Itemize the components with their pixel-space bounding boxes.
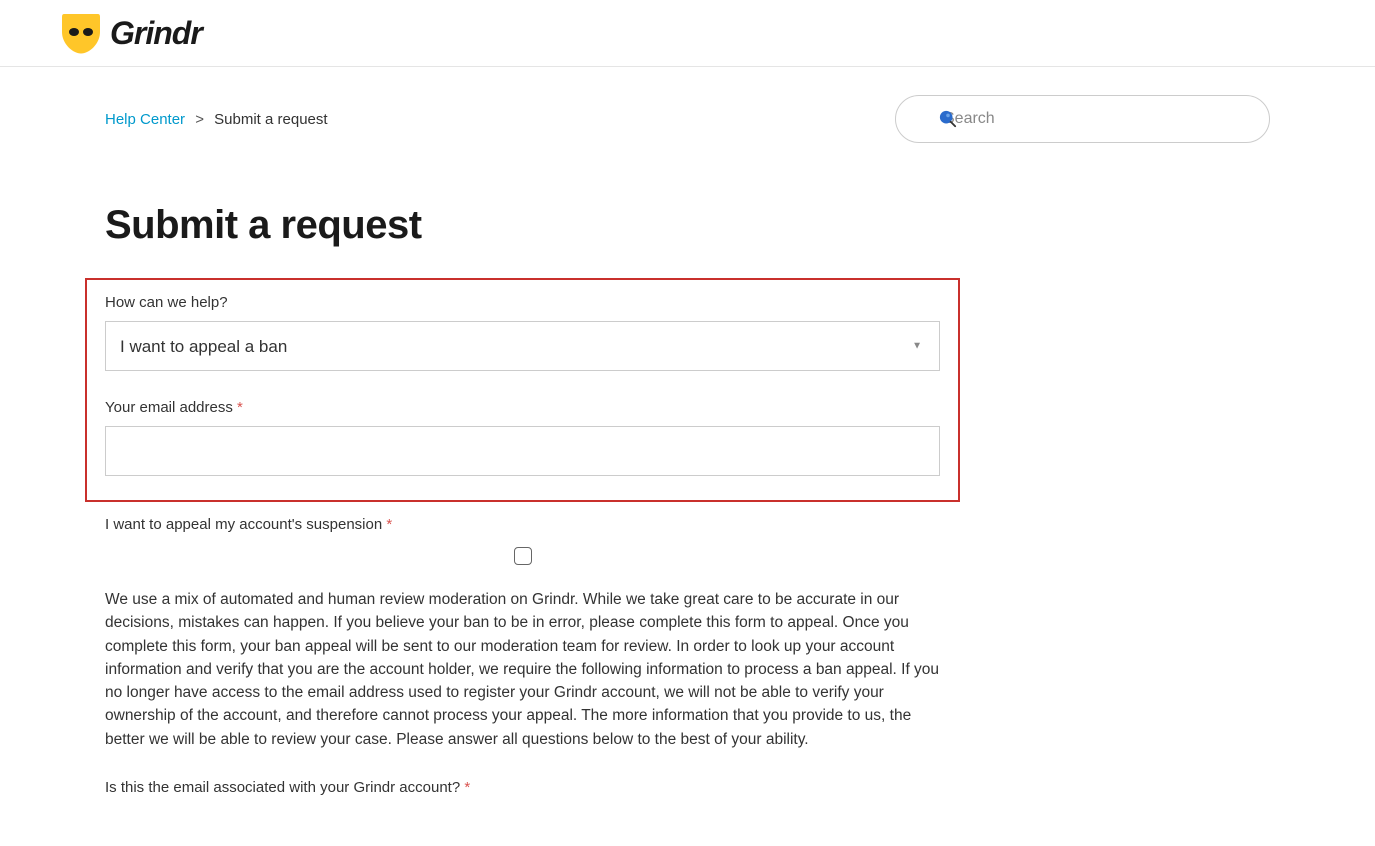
search-icon: [939, 110, 957, 128]
appeal-checkbox[interactable]: [514, 547, 532, 565]
main-container: Help Center > Submit a request Submit a …: [105, 67, 1270, 846]
breadcrumb-separator: >: [195, 111, 204, 128]
appeal-checkbox-row: [105, 547, 940, 570]
breadcrumb: Help Center > Submit a request: [105, 111, 328, 128]
breadcrumb-current: Submit a request: [214, 111, 327, 128]
breadcrumb-home-link[interactable]: Help Center: [105, 111, 185, 128]
email-field-group: Your email address *: [105, 399, 940, 476]
required-asterisk: *: [382, 516, 392, 533]
topbar: Help Center > Submit a request: [105, 67, 1270, 143]
help-select[interactable]: I want to appeal a ban: [105, 321, 940, 371]
grindr-mask-icon: [60, 12, 102, 54]
highlighted-fields: How can we help? I want to appeal a ban …: [85, 278, 960, 502]
site-header: Grindr: [0, 0, 1375, 67]
email-label: Your email address *: [105, 399, 940, 416]
appeal-field-group: I want to appeal my account's suspension…: [105, 516, 940, 751]
email-assoc-label: Is this the email associated with your G…: [105, 779, 940, 796]
page-title: Submit a request: [105, 203, 1270, 248]
email-assoc-field-group: Is this the email associated with your G…: [105, 779, 940, 796]
appeal-label: I want to appeal my account's suspension…: [105, 516, 940, 533]
required-asterisk: *: [460, 779, 470, 796]
help-field: How can we help? I want to appeal a ban …: [105, 294, 940, 371]
request-form: How can we help? I want to appeal a ban …: [105, 278, 940, 796]
email-field[interactable]: [105, 426, 940, 476]
brand-logo-text: Grindr: [110, 15, 202, 52]
required-asterisk: *: [233, 399, 243, 416]
search-container: [895, 95, 1270, 143]
help-label: How can we help?: [105, 294, 940, 311]
help-select-wrap: I want to appeal a ban ▼: [105, 321, 940, 371]
appeal-description: We use a mix of automated and human revi…: [105, 588, 940, 751]
brand-logo[interactable]: Grindr: [60, 12, 1315, 54]
